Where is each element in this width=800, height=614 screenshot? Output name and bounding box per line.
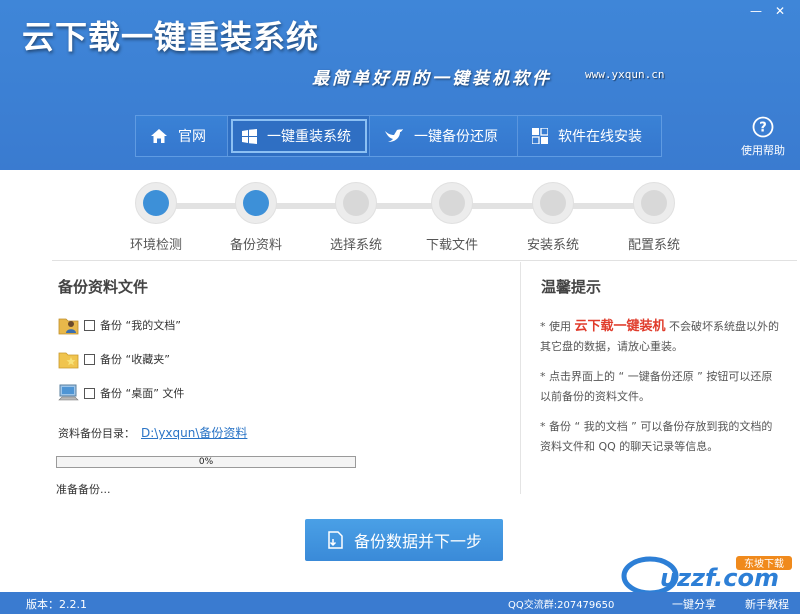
app-title: 云下载一键重装系统 (22, 18, 320, 56)
backup-item-label: 备份 “收藏夹” (100, 353, 170, 366)
bird-icon (384, 128, 404, 144)
nav-item-label: 官网 (178, 129, 206, 145)
backup-and-next-button[interactable]: 备份数据并下一步 (305, 519, 503, 561)
minimize-button[interactable]: — (746, 4, 766, 18)
step-label: 选择系统 (329, 238, 382, 253)
main-nav: 官网 一键重装系统 一键备份还原 软件在线安装 (135, 115, 662, 157)
app-slogan: 最简单好用的一键装机软件 (312, 69, 552, 89)
progress-steps: 环境检测 备份资料 选择系统 下载文件 安装系统 配置系统 (0, 170, 800, 260)
status-bar: 版本：2.2.1 QQ交流群:207479650 一键分享 新手教程 (0, 592, 800, 614)
step-indicator (633, 182, 675, 224)
step-env-check: 环境检测 (116, 182, 196, 253)
progress-percent: 0% (198, 457, 214, 467)
backup-icon (328, 531, 343, 549)
nav-item-software-install[interactable]: 软件在线安装 (518, 116, 661, 156)
user-folder-icon (58, 318, 79, 335)
uzzf-logo: uzzf.com 东坡下载 (621, 556, 792, 596)
svg-text:?: ? (759, 121, 767, 136)
header-bar: 云下载一键重装系统 最简单好用的一键装机软件 www.yxqun.cn — ✕ … (0, 0, 800, 170)
step-label: 环境检测 (129, 238, 182, 253)
step-label: 备份资料 (229, 238, 282, 253)
divider (520, 262, 521, 494)
backup-section-title: 备份资料文件 (58, 278, 149, 296)
step-indicator (532, 182, 574, 224)
favorites-checkbox[interactable] (84, 353, 95, 365)
desktop-checkbox[interactable] (84, 387, 95, 399)
backup-directory-link[interactable]: D:\yxqun\备份资料 (141, 426, 247, 440)
step-label: 配置系统 (627, 238, 680, 253)
backup-directory-label: 资料备份目录： (58, 427, 135, 440)
backup-progress-bar: 0% (56, 456, 356, 468)
step-configure: 配置系统 (614, 182, 694, 253)
nav-item-backup-restore[interactable]: 一键备份还原 (370, 116, 518, 156)
backup-directory-row: 资料备份目录： D:\yxqun\备份资料 (58, 424, 247, 441)
tip-item: * 备份 “ 我的文档 ” 可以备份存放到我的文档的资料文件和 QQ 的聊天记录… (540, 420, 773, 453)
tip-item: * 点击界面上的 “ 一键备份还原 ” 按钮可以还原以前备份的资料文件。 (540, 370, 773, 403)
desktop-computer-icon (58, 384, 79, 401)
help-label: 使用帮助 (741, 144, 785, 157)
backup-my-documents[interactable]: 备份 “我的文档” (58, 314, 181, 336)
step-select-system: 选择系统 (316, 182, 396, 253)
step-install: 安装系统 (513, 182, 593, 253)
site-url: www.yxqun.cn (585, 68, 665, 81)
favorites-folder-icon (58, 352, 79, 369)
step-indicator (335, 182, 377, 224)
squares-icon (532, 128, 548, 144)
svg-text:东坡下载: 东坡下载 (744, 557, 784, 570)
nav-item-label: 软件在线安装 (558, 129, 642, 145)
qq-group-text: QQ交流群:207479650 (508, 600, 615, 611)
tip-item: * 使用 云下载一键装机 不会破坏系统盘以外的其它盘的数据，请放心重装。 (540, 317, 782, 357)
tip-text: * 使用 (540, 320, 575, 333)
help-icon: ? (752, 116, 774, 138)
tutorial-link[interactable]: 新手教程 (745, 596, 789, 612)
tip-highlight: 云下载一键装机 (574, 319, 666, 334)
backup-favorites[interactable]: 备份 “收藏夹” (58, 348, 170, 370)
backup-desktop[interactable]: 备份 “桌面” 文件 (58, 382, 184, 404)
step-indicator (235, 182, 277, 224)
share-link[interactable]: 一键分享 (672, 596, 716, 612)
home-icon (150, 128, 168, 144)
my-documents-checkbox[interactable] (84, 319, 95, 331)
nav-item-reinstall[interactable]: 一键重装系统 (228, 116, 370, 156)
next-button-label: 备份数据并下一步 (353, 532, 482, 551)
divider (52, 260, 797, 261)
tips-title: 温馨提示 (541, 278, 602, 296)
nav-item-label: 一键备份还原 (414, 129, 498, 145)
help-button[interactable]: ? 使用帮助 (738, 116, 788, 158)
backup-item-label: 备份 “我的文档” (100, 319, 181, 332)
nav-item-label: 一键重装系统 (267, 129, 351, 145)
backup-status: 准备备份... (56, 483, 111, 496)
step-label: 安装系统 (526, 238, 579, 253)
close-button[interactable]: ✕ (770, 4, 790, 18)
version-text: 版本：2.2.1 (26, 598, 87, 611)
backup-item-label: 备份 “桌面” 文件 (100, 387, 185, 400)
step-download: 下载文件 (412, 182, 492, 253)
nav-item-home[interactable]: 官网 (136, 116, 228, 156)
step-label: 下载文件 (425, 238, 478, 253)
step-backup: 备份资料 (216, 182, 296, 253)
step-indicator (135, 182, 177, 224)
step-indicator (431, 182, 473, 224)
windows-icon (242, 128, 257, 144)
